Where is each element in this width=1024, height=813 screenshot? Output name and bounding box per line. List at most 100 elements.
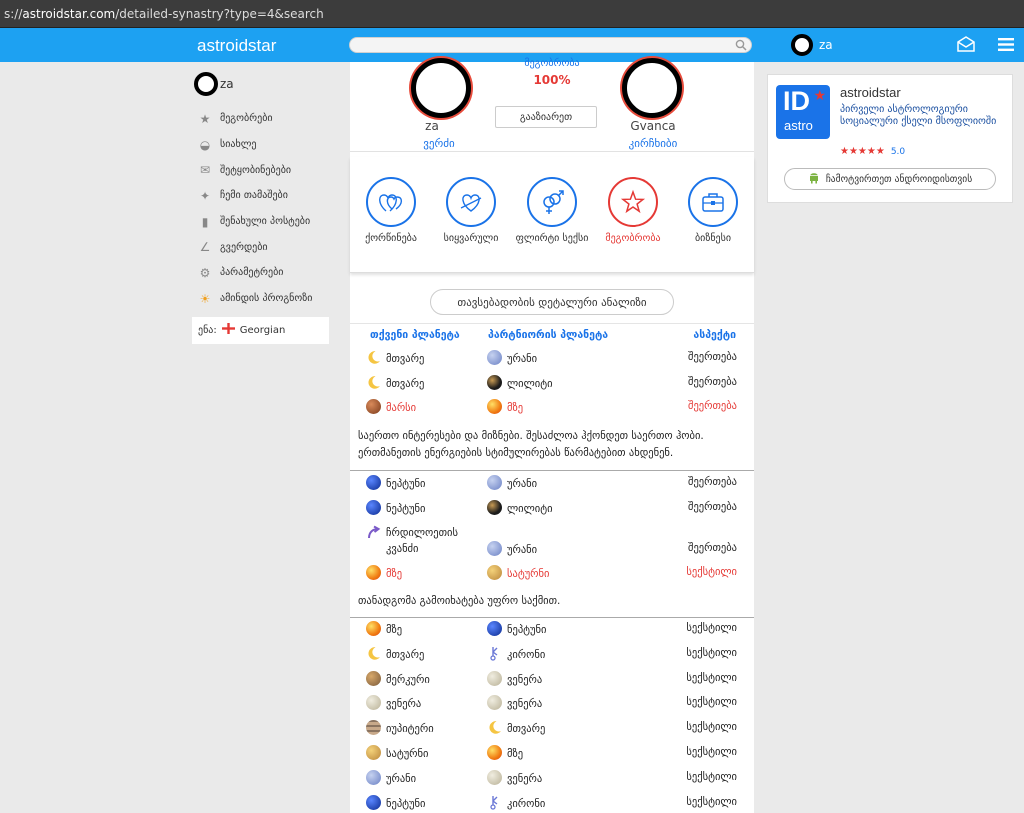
- saturn-icon: [366, 745, 381, 763]
- eye-icon: ◒: [199, 137, 211, 152]
- partner-planet-name: ურანი: [507, 543, 538, 556]
- site-logo[interactable]: astroidstar: [197, 36, 276, 56]
- app-subtitle: პირველი ასტროლოგიური სოციალური ქსელი მსო…: [840, 104, 997, 127]
- avatar[interactable]: [194, 72, 218, 96]
- sidebar-item-friends[interactable]: ★ მეგობრები: [192, 106, 332, 132]
- aspect-cell: სექსტილი: [686, 770, 737, 783]
- download-button-label: ჩამოტვირთეთ ანდროიდისთვის: [825, 173, 973, 185]
- star-icon: [608, 177, 658, 227]
- moon-icon: [366, 350, 381, 368]
- sidebar-item-label: პარამეტრები: [220, 267, 284, 279]
- hamburger-menu-icon[interactable]: [998, 38, 1014, 54]
- sidebar-item-label: შეტყობინებები: [220, 164, 292, 176]
- type-label: ქორწინება: [365, 233, 417, 244]
- person2-sign-link[interactable]: კირჩხიბი: [608, 137, 698, 150]
- type-love[interactable]: სიყვარული: [431, 177, 511, 244]
- sidebar-item-messages[interactable]: ✉ შეტყობინებები: [192, 157, 332, 183]
- saturn-icon: [487, 564, 502, 583]
- download-android-button[interactable]: ჩამოტვირთეთ ანდროიდისთვის: [784, 168, 996, 190]
- your-planet-name: მთვარე: [386, 377, 425, 390]
- nav-username[interactable]: za: [819, 38, 833, 52]
- sidebar-username[interactable]: za: [220, 77, 234, 91]
- type-friendship[interactable]: მეგობრობა: [593, 177, 673, 244]
- your-planet-cell: ნეპტუნი: [366, 794, 426, 813]
- sidebar-item-weather[interactable]: ☀ ამინდის პროგნოზი: [192, 286, 332, 312]
- aspect-cell: შეერთება: [688, 375, 737, 388]
- your-planet-cell: ჩრდილოეთის კვანძი: [366, 525, 476, 557]
- your-planet-cell: მთვარე: [366, 646, 424, 664]
- sidebar-item-news[interactable]: ◒ სიახლე: [192, 132, 332, 158]
- your-planet-name: ურანი: [386, 772, 417, 785]
- node-icon: [366, 525, 381, 543]
- header-aspect: ასპექტი: [693, 329, 736, 341]
- sidebar-user[interactable]: za: [192, 62, 332, 106]
- partner-planet-cell: მთვარე: [487, 720, 545, 738]
- aspect-group-description: თანადგომა გამოიხატება უფრო საქმით.: [358, 595, 561, 608]
- sidebar-item-games[interactable]: ✦ ჩემი თამაშები: [192, 183, 332, 209]
- search-input[interactable]: [349, 37, 752, 53]
- gender-icon: [527, 177, 577, 227]
- partner-planet-name: ურანი: [507, 353, 538, 365]
- nav-user[interactable]: za: [791, 34, 833, 56]
- person2-name[interactable]: Gvanca: [608, 119, 698, 133]
- your-planet-name: ნეპტუნი: [386, 797, 426, 810]
- type-marriage[interactable]: ქორწინება: [351, 177, 431, 244]
- star-icon: ★: [813, 87, 826, 103]
- sidebar-item-label: ჩემი თამაშები: [220, 190, 288, 202]
- search-icon[interactable]: [735, 39, 747, 54]
- mercury-icon: [366, 670, 381, 689]
- sidebar-item-label: სიახლე: [220, 139, 257, 151]
- person2-avatar[interactable]: [622, 58, 682, 118]
- partner-planet-cell: ვენერა: [487, 769, 542, 788]
- your-planet-cell: მარსი: [366, 399, 416, 417]
- aspect-row: მერკური ვენერა სექსტილი: [350, 667, 754, 691]
- your-planet-cell: მერკური: [366, 670, 430, 689]
- url-path: /detailed-synastry?type=4&search: [115, 7, 324, 21]
- sidebar-item-settings[interactable]: ⚙ პარამეტრები: [192, 260, 332, 286]
- aspect-cell: სექსტილი: [686, 696, 737, 709]
- language-selector[interactable]: ენა: Georgian: [192, 316, 329, 344]
- person1-sign-link[interactable]: ვერძი: [394, 137, 484, 150]
- aspect-row: ნეპტუნი კირონი სექსტილი: [350, 791, 754, 813]
- sun-icon: ☀: [199, 291, 211, 306]
- type-flirt[interactable]: ფლირტი სექსი: [512, 177, 592, 244]
- compatibility-type-selector: ქორწინება სიყვარული ფლირტი სექსი მეგობრო…: [350, 157, 754, 273]
- bookmark-icon: ▮: [201, 214, 209, 229]
- moon-icon: [366, 646, 381, 664]
- envelope-icon[interactable]: [957, 36, 975, 55]
- partner-planet-name: მზე: [507, 402, 524, 415]
- aspect-cell: სექსტილი: [686, 671, 737, 684]
- aspect-row: მთვარე ლილიტი შეერთება: [350, 371, 754, 395]
- partner-planet-cell: მზე: [487, 399, 523, 417]
- partner-planet-name: ნეპტუნი: [507, 624, 547, 636]
- app-logo[interactable]: ID astro ★: [776, 85, 830, 139]
- moon-icon: [487, 720, 502, 738]
- person1-name[interactable]: za: [387, 119, 477, 133]
- sidebar-item-label: ამინდის პროგნოზი: [220, 293, 313, 305]
- url-prefix: s://: [4, 7, 23, 21]
- your-planet-name: მთვარე: [386, 648, 425, 661]
- sidebar-item-saved-posts[interactable]: ▮ შენახული პოსტები: [192, 209, 332, 235]
- header-your-planet: თქვენი პლანეტა: [370, 329, 460, 341]
- app-rating: ★★★★★ 5.0: [840, 146, 905, 157]
- your-planet-name: ნეპტუნი: [386, 502, 426, 515]
- share-button[interactable]: გააზიარეთ: [495, 106, 597, 128]
- sidebar-item-pages[interactable]: ∠ გვერდები: [192, 234, 332, 260]
- avatar[interactable]: [791, 34, 813, 56]
- browser-address-bar[interactable]: s://astroidstar.com/detailed-synastry?ty…: [0, 0, 1024, 28]
- aspect-cell: სექსტილი: [686, 622, 737, 634]
- aspect-row: ურანი ვენერა სექსტილი: [350, 766, 754, 790]
- person1-avatar[interactable]: [411, 58, 471, 118]
- neptune-icon: [366, 794, 381, 813]
- sun-icon: [366, 621, 381, 639]
- sidebar: za ★ მეგობრები ◒ სიახლე ✉ შეტყობინებები ✦ ჩე…: [192, 62, 332, 344]
- url-text[interactable]: s://astroidstar.com/detailed-synastry?ty…: [4, 7, 324, 21]
- partner-planet-cell: ვენერა: [487, 695, 542, 713]
- rating-value: 5.0: [890, 146, 906, 157]
- partner-planet-cell: ლილიტი: [487, 374, 553, 393]
- georgia-flag-icon: [221, 323, 235, 337]
- type-business[interactable]: ბიზნესი: [673, 177, 753, 244]
- venus-icon: [487, 769, 502, 788]
- detailed-analysis-button[interactable]: თავსებადობის დეტალური ანალიზი: [430, 289, 674, 315]
- aspect-cell: შეერთება: [688, 400, 737, 413]
